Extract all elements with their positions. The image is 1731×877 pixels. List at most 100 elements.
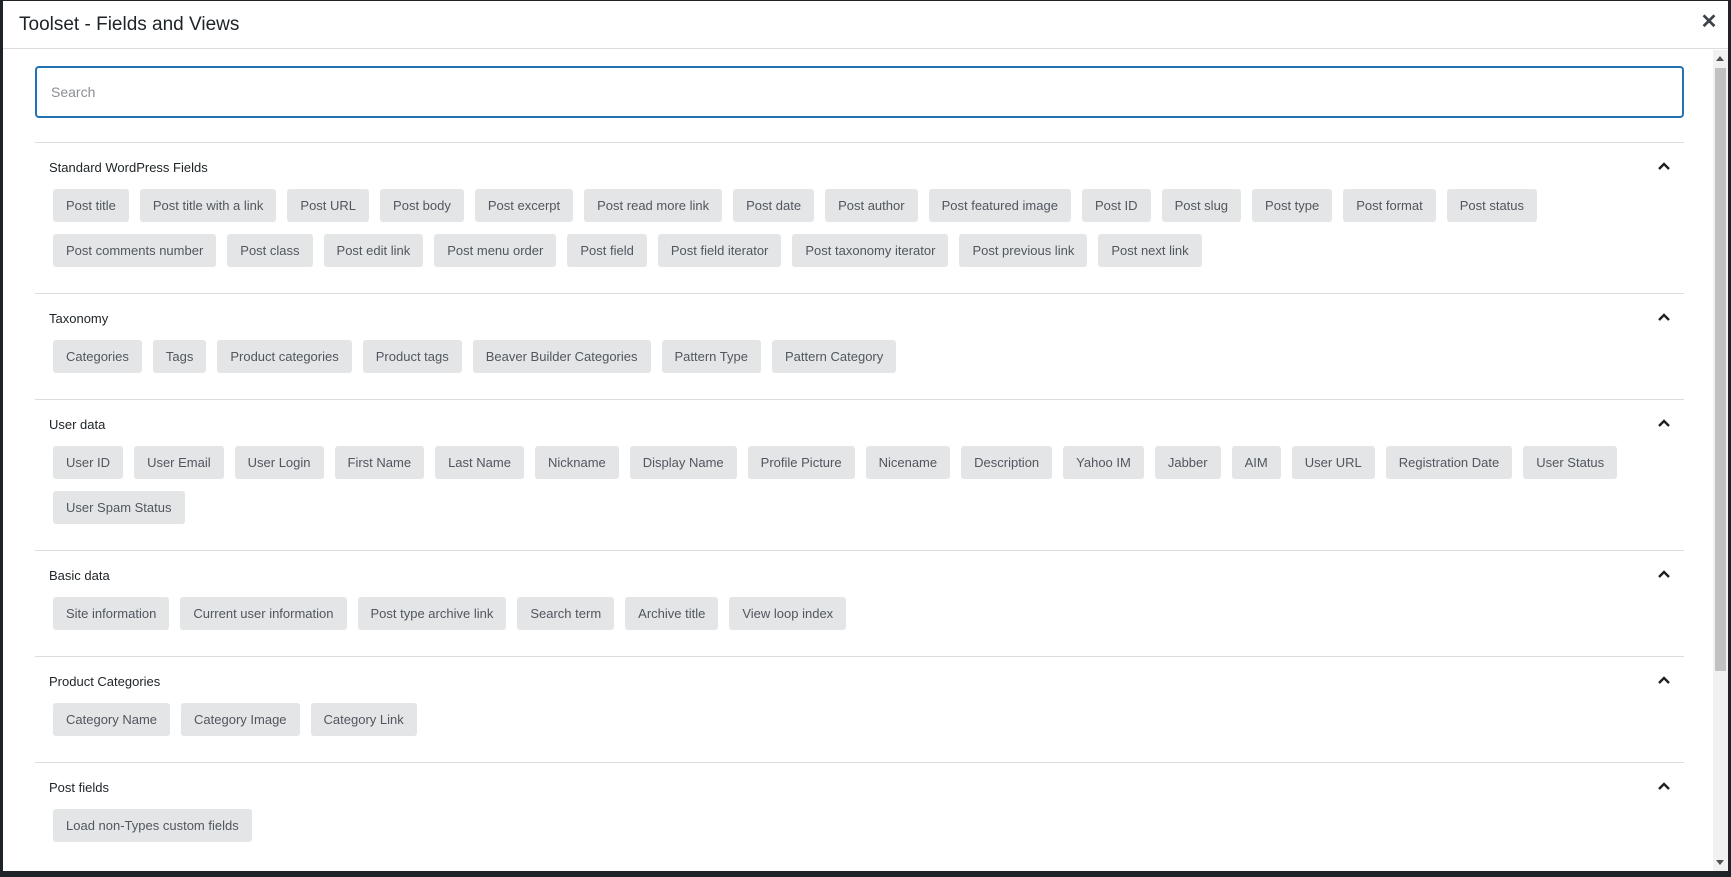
field-chip-button[interactable]: Post ID [1081, 189, 1151, 222]
field-chip-button[interactable]: Post format [1343, 189, 1436, 222]
section-title: Taxonomy [49, 311, 109, 326]
field-chip-button[interactable]: Post excerpt [474, 189, 574, 222]
field-chip-button[interactable]: User Status [1523, 446, 1618, 479]
field-chip-button[interactable]: Registration Date [1385, 446, 1513, 479]
field-chip-button[interactable]: Post author [825, 189, 918, 222]
field-chip-button[interactable]: Post title with a link [139, 189, 277, 222]
field-chip-button[interactable]: User Spam Status [53, 491, 185, 524]
field-chip-button[interactable]: Last Name [435, 446, 524, 479]
chevron-up-icon[interactable] [1658, 418, 1670, 428]
field-chip-button[interactable]: Category Image [181, 703, 300, 736]
section-header[interactable]: Post fields [35, 763, 1684, 809]
close-button[interactable]: ✕ [1698, 11, 1720, 33]
field-chip-button[interactable]: Post type archive link [357, 597, 507, 630]
section-title: Standard WordPress Fields [49, 160, 208, 175]
field-chip-button[interactable]: Beaver Builder Categories [472, 340, 651, 373]
field-chip-button[interactable]: Post field iterator [657, 234, 782, 267]
field-sections: Standard WordPress Fields Post title Post … [35, 142, 1684, 868]
field-chip-button[interactable]: Post read more link [584, 189, 723, 222]
field-chip-button[interactable]: Product tags [362, 340, 462, 373]
field-chip-button[interactable]: Post featured image [928, 189, 1071, 222]
field-chip-button[interactable]: Post title [53, 189, 129, 222]
modal-title: Toolset - Fields and Views [19, 14, 240, 35]
section-header[interactable]: Taxonomy [35, 294, 1684, 340]
field-chip-button[interactable]: Site information [53, 597, 170, 630]
field-chip-button[interactable]: Post field [567, 234, 647, 267]
field-chip-button[interactable]: Post edit link [323, 234, 424, 267]
search-input[interactable] [35, 66, 1684, 118]
field-chip-button[interactable]: Post status [1446, 189, 1538, 222]
section-title: Basic data [49, 568, 110, 583]
chevron-up-icon[interactable] [1658, 312, 1670, 322]
section-header[interactable]: Basic data [35, 551, 1684, 597]
field-chip-button[interactable]: Description [961, 446, 1053, 479]
search-wrapper [35, 66, 1684, 118]
field-chip-button[interactable]: User URL [1291, 446, 1375, 479]
section-title: User data [49, 417, 106, 432]
field-chip-button[interactable]: Product categories [217, 340, 352, 373]
section-chips: Categories Tags Product categories Product … [35, 340, 1673, 385]
field-chip-button[interactable]: Profile Picture [747, 446, 855, 479]
field-chip-button[interactable]: Pattern Type [661, 340, 761, 373]
field-section: Basic data Site information Current user i… [35, 550, 1684, 656]
field-chip-button[interactable]: Category Link [310, 703, 417, 736]
modal-body[interactable]: Standard WordPress FieldsPost titlePost … [3, 50, 1713, 871]
field-chip-button[interactable]: User ID [53, 446, 124, 479]
field-chip-button[interactable]: Yahoo IM [1063, 446, 1144, 479]
field-chip-button[interactable]: Load non-Types custom fields [53, 809, 252, 842]
chevron-up-icon[interactable] [1658, 675, 1670, 685]
section-chips: User ID User Email User Login First Name Las… [35, 446, 1673, 536]
field-chip-button[interactable]: Post date [733, 189, 815, 222]
field-chip-button[interactable]: Categories [53, 340, 142, 373]
field-section: Taxonomy Categories Tags Product categories… [35, 293, 1684, 399]
field-chip-button[interactable]: Display Name [629, 446, 737, 479]
section-header[interactable]: Standard WordPress Fields [35, 143, 1684, 189]
field-chip-button[interactable]: Post class [227, 234, 313, 267]
field-section: Product Categories Category Name Category … [35, 656, 1684, 762]
field-section: Post fields Load non-Types custom fields [35, 762, 1684, 868]
field-chip-button[interactable]: First Name [334, 446, 425, 479]
field-chip-button[interactable]: User Login [234, 446, 324, 479]
chevron-up-icon[interactable] [1658, 781, 1670, 791]
field-chip-button[interactable]: AIM [1231, 446, 1281, 479]
field-chip-button[interactable]: User Email [134, 446, 224, 479]
field-chip-button[interactable]: Post menu order [434, 234, 557, 267]
field-chip-button[interactable]: Current user information [180, 597, 347, 630]
field-chip-button[interactable]: Search term [517, 597, 615, 630]
field-chip-button[interactable]: Post type [1252, 189, 1333, 222]
field-chip-button[interactable]: Post URL [287, 189, 370, 222]
chevron-up-icon[interactable] [1658, 569, 1670, 579]
field-chip-button[interactable]: Post taxonomy iterator [792, 234, 949, 267]
field-chip-button[interactable]: Post slug [1161, 189, 1242, 222]
scroll-up-arrow-icon[interactable] [1716, 56, 1724, 61]
field-chip-button[interactable]: Post next link [1098, 234, 1202, 267]
chevron-up-icon[interactable] [1658, 161, 1670, 171]
fields-and-views-modal: Toolset - Fields and Views ✕ Standard Wo… [3, 1, 1728, 871]
field-chip-button[interactable]: Category Name [53, 703, 171, 736]
field-chip-button[interactable]: Nickname [534, 446, 619, 479]
section-header[interactable]: User data [35, 400, 1684, 446]
close-icon: ✕ [1700, 11, 1718, 33]
field-chip-button[interactable]: Post body [380, 189, 464, 222]
section-title: Post fields [49, 780, 109, 795]
scrollbar-thumb[interactable] [1715, 68, 1726, 671]
field-chip-button[interactable]: Jabber [1154, 446, 1221, 479]
section-chips: Load non-Types custom fields [35, 809, 1673, 854]
field-chip-button[interactable]: Archive title [625, 597, 719, 630]
field-chip-button[interactable]: Post comments number [53, 234, 217, 267]
section-chips: Post title Post title with a link Post URL… [35, 189, 1673, 279]
section-chips: Site information Current user information… [35, 597, 1673, 642]
vertical-scrollbar[interactable] [1713, 50, 1728, 871]
section-header[interactable]: Product Categories [35, 657, 1684, 703]
field-section: Standard WordPress Fields Post title Post … [35, 142, 1684, 293]
field-chip-button[interactable]: Pattern Category [771, 340, 897, 373]
field-chip-button[interactable]: Tags [152, 340, 207, 373]
section-chips: Category Name Category Image Category Link [35, 703, 1673, 748]
modal-header: Toolset - Fields and Views ✕ [3, 1, 1728, 49]
scroll-down-arrow-icon[interactable] [1716, 860, 1724, 865]
field-section: User data User ID User Email User Login Firs… [35, 399, 1684, 550]
field-chip-button[interactable]: View loop index [729, 597, 847, 630]
section-title: Product Categories [49, 674, 161, 689]
field-chip-button[interactable]: Post previous link [959, 234, 1088, 267]
field-chip-button[interactable]: Nicename [865, 446, 951, 479]
